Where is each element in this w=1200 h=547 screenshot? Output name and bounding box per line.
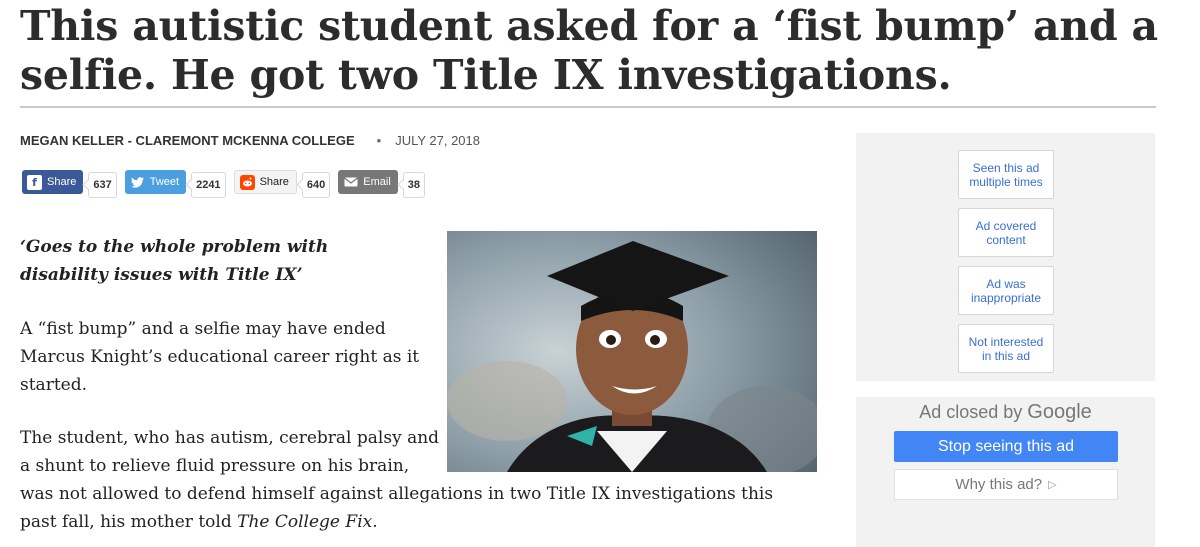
reddit-share: Share 640 xyxy=(233,166,331,198)
author-name[interactable]: MEGAN KELLER - CLAREMONT MCKENNA COLLEGE xyxy=(20,133,355,148)
ad-feedback-seen-multiple[interactable]: Seen this ad multiple times xyxy=(958,150,1054,199)
why-this-ad-button[interactable]: Why this ad? ▷ xyxy=(894,469,1118,500)
article-photo xyxy=(447,231,817,472)
why-this-ad-label: Why this ad? xyxy=(955,476,1043,493)
twitter-share-label: Tweet xyxy=(149,176,180,188)
paragraph-2-end: . xyxy=(372,512,378,532)
reddit-share-label: Share xyxy=(259,176,289,188)
ad-feedback-inappropriate[interactable]: Ad was inappropriate xyxy=(958,266,1054,315)
ad-feedback-not-interested[interactable]: Not interested in this ad xyxy=(958,324,1054,373)
google-logo-text: Google xyxy=(1027,401,1092,423)
paragraph-2-body: was not allowed to defend himself agains… xyxy=(20,484,774,532)
source-publication: The College Fix xyxy=(237,512,373,532)
article-dek: ‘Goes to the whole problem with disabili… xyxy=(20,237,329,285)
facebook-share: f Share 637 xyxy=(22,166,117,198)
byline-separator: • xyxy=(376,133,382,148)
ad-feedback-covered-content[interactable]: Ad covered content xyxy=(958,208,1054,257)
twitter-share-count: 2241 xyxy=(191,172,226,198)
ad-feedback-panel: Seen this ad multiple times Ad covered c… xyxy=(856,133,1155,381)
facebook-icon: f xyxy=(27,174,42,190)
ad-closed-panel: Ad closed by Google Stop seeing this ad … xyxy=(856,397,1155,547)
ad-closed-text: Ad closed by xyxy=(919,402,1023,422)
twitter-share: Tweet 2241 xyxy=(124,166,226,198)
reddit-share-count: 640 xyxy=(301,172,331,198)
article-headline: This autistic student asked for a ‘fist … xyxy=(20,2,1158,99)
stop-seeing-ad-button[interactable]: Stop seeing this ad xyxy=(894,431,1118,462)
reddit-share-button[interactable]: Share xyxy=(233,170,297,194)
facebook-share-label: Share xyxy=(47,176,77,188)
envelope-icon xyxy=(343,175,358,190)
share-bar: f Share 637 Tweet 2241 Share 640 Email 3… xyxy=(22,166,433,198)
graduate-portrait-image xyxy=(447,231,817,472)
email-share-label: Email xyxy=(363,176,391,188)
play-triangle-icon: ▷ xyxy=(1048,479,1057,491)
twitter-share-button[interactable]: Tweet xyxy=(124,170,187,194)
facebook-share-count: 637 xyxy=(88,172,117,198)
ad-closed-label: Ad closed by Google xyxy=(856,401,1155,424)
paragraph-2-opening: The student, who has autism, cerebral pa… xyxy=(20,428,440,476)
article-paragraph-1: A “fist bump” and a selfie may have ende… xyxy=(20,319,420,395)
facebook-share-button[interactable]: f Share xyxy=(22,170,84,194)
email-share-button[interactable]: Email xyxy=(338,170,398,194)
publish-date: JULY 27, 2018 xyxy=(395,133,480,148)
email-share-count: 38 xyxy=(402,172,426,198)
byline: MEGAN KELLER - CLAREMONT MCKENNA COLLEGE… xyxy=(20,133,480,148)
email-share: Email 38 xyxy=(338,166,426,198)
twitter-bird-icon xyxy=(130,175,145,190)
reddit-icon xyxy=(239,174,255,190)
headline-divider xyxy=(20,106,1156,108)
